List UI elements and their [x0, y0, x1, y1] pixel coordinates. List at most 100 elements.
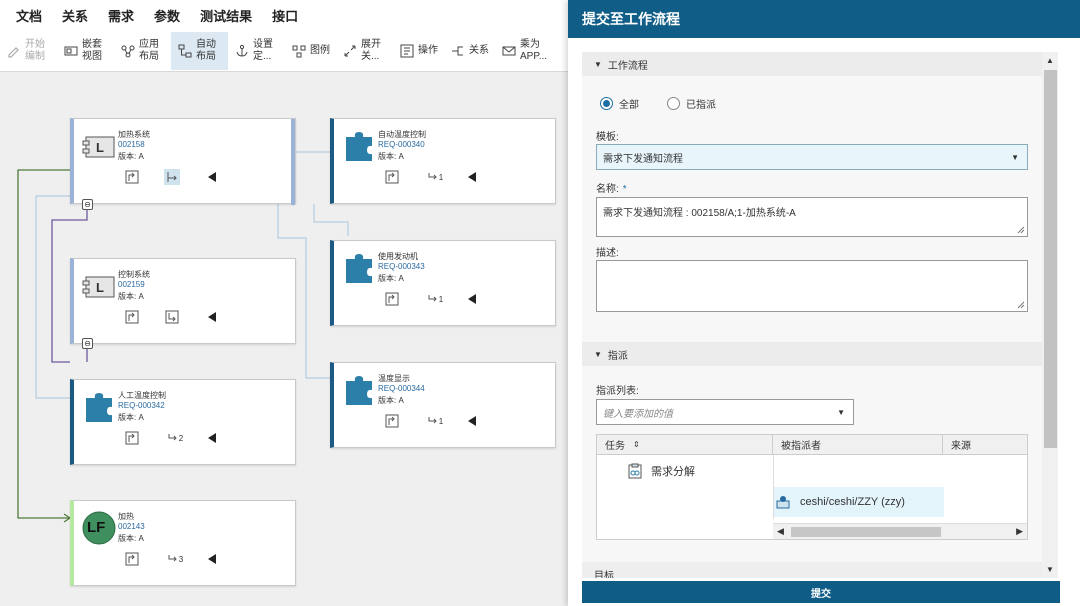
node-auto-temp-control[interactable]: 自动温度控制 REQ-000340 版本: A 1 [330, 118, 556, 204]
collapse-left-icon[interactable] [204, 551, 220, 567]
trace-down-icon[interactable] [164, 309, 180, 325]
collapse-left-icon[interactable] [464, 413, 480, 429]
trace-down-count[interactable]: 1 [424, 291, 446, 307]
template-value: 需求下发通知流程 [603, 153, 683, 165]
send-app-button[interactable]: 乘为 APP... [495, 32, 552, 70]
menu-test-results[interactable]: 测试结果 [200, 6, 252, 25]
node-manual-temp-control[interactable]: 人工温度控制 REQ-000342 版本: A 2 [70, 379, 296, 465]
assignee-cell[interactable]: ceshi/ceshi/ZZY (zzy) [774, 487, 944, 517]
trace-up-icon[interactable] [124, 430, 140, 446]
scroll-left-icon[interactable]: ◀ [777, 526, 784, 537]
node-control-system[interactable]: L 控制系统 002159 版本: A [70, 258, 296, 344]
trace-down-count[interactable]: 1 [424, 169, 446, 185]
toolbar: 开始 编制 嵌套 视图 应用 布局 自动 布局 设置 定... 图例 展开 关... 操作 … [0, 30, 568, 72]
node-id-link[interactable]: 002158 [118, 140, 145, 149]
node-temp-display[interactable]: 温度显示 REQ-000344 版本: A 1 [330, 362, 556, 448]
relation-icon [450, 43, 466, 59]
menu-requirements[interactable]: 需求 [108, 6, 134, 25]
section-assign-header[interactable]: ▼ 指派 [582, 342, 1042, 366]
collapse-left-icon[interactable] [464, 169, 480, 185]
layout-icon [120, 43, 136, 59]
template-select[interactable]: 需求下发通知流程 ▼ [596, 144, 1028, 170]
node-title: 加热系统 [118, 130, 150, 139]
col-task-label: 任务 [605, 441, 625, 452]
scroll-up-icon[interactable]: ▲ [1046, 56, 1054, 65]
scroll-down-icon[interactable]: ▼ [1046, 565, 1054, 574]
assignee-input[interactable]: 键入要添加的值 ▼ [596, 399, 854, 425]
trace-down-icon[interactable] [164, 169, 180, 185]
col-source-header[interactable]: 来源 [943, 435, 1027, 454]
embed-view-button[interactable]: 嵌套 视图 [57, 32, 114, 70]
collapse-toggle-icon[interactable]: ⊖ [82, 338, 93, 349]
scroll-thumb[interactable] [791, 527, 941, 537]
start-edit-button[interactable]: 开始 编制 [0, 32, 57, 70]
section-target-header[interactable]: 目标 [582, 562, 1042, 578]
menu-relations[interactable]: 关系 [62, 6, 88, 25]
menu-documents[interactable]: 文档 [16, 6, 42, 25]
trace-up-icon[interactable] [124, 551, 140, 567]
diagram-canvas[interactable]: L 加热系统 002158 版本: A ⊖ L 控制系统 002159 版本: … [0, 72, 568, 606]
collapse-left-icon[interactable] [204, 169, 220, 185]
required-asterisk: * [622, 184, 627, 195]
trace-up-icon[interactable] [384, 413, 400, 429]
assignee-placeholder: 键入要添加的值 [603, 408, 673, 420]
menu-parameters[interactable]: 参数 [154, 6, 180, 25]
operations-label: 操作 [418, 44, 438, 56]
apply-layout-button[interactable]: 应用 布局 [114, 32, 171, 70]
trace-up-icon[interactable] [124, 169, 140, 185]
settings-button[interactable]: 设置 定... [228, 32, 285, 70]
node-id-link[interactable]: 002143 [118, 522, 145, 531]
col-assignee-header[interactable]: 被指派者 [773, 435, 943, 454]
legend-button[interactable]: 图例 [285, 32, 336, 70]
trace-up-icon[interactable] [384, 291, 400, 307]
menu-interfaces[interactable]: 接口 [272, 6, 298, 25]
lf-badge-icon: LF [82, 511, 116, 545]
collapse-left-icon[interactable] [464, 291, 480, 307]
description-field[interactable] [596, 260, 1028, 312]
collapse-left-icon[interactable] [204, 309, 220, 325]
name-label-wrap: 名称: * [596, 180, 627, 195]
workflow-filter-radios: 全部 已指派 [600, 96, 744, 111]
node-actions: 1 [384, 169, 504, 185]
trace-down-count[interactable]: 3 [164, 551, 186, 567]
name-field[interactable]: 需求下发通知流程 : 002158/A;1-加热系统-A [596, 197, 1028, 237]
node-id-link[interactable]: REQ-000340 [378, 140, 425, 149]
node-actions: 1 [384, 413, 504, 429]
trace-down-count[interactable]: 2 [164, 430, 186, 446]
auto-layout-button[interactable]: 自动 布局 [171, 31, 228, 70]
node-use-engine[interactable]: 使用发动机 REQ-000343 版本: A 1 [330, 240, 556, 326]
trace-count: 1 [438, 416, 444, 426]
table-horizontal-scrollbar[interactable]: ◀ ▶ [773, 523, 1027, 539]
col-task-header[interactable]: 任务 ⇕ [597, 435, 773, 454]
radio-all[interactable]: 全部 [600, 96, 639, 111]
table-header: 任务 ⇕ 被指派者 来源 [597, 435, 1027, 455]
requirement-puzzle-icon [342, 373, 376, 407]
node-id-link[interactable]: 002159 [118, 280, 145, 289]
submit-workflow-panel: 提交至工作流程 ▼ 工作流程 全部 已指派 模板: 需求下发通知流程 ▼ 名称:… [568, 0, 1080, 606]
node-id-link[interactable]: REQ-000342 [118, 401, 165, 410]
resize-grip-icon[interactable] [1017, 301, 1025, 309]
node-id-link[interactable]: REQ-000343 [378, 262, 425, 271]
panel-vertical-scrollbar[interactable]: ▲ ▼ [1042, 52, 1058, 578]
collapse-left-icon[interactable] [204, 430, 220, 446]
expand-relations-button[interactable]: 展开 关... [336, 32, 393, 70]
send-app-label-2: APP... [520, 50, 548, 62]
submit-button[interactable]: 提交 [582, 581, 1060, 603]
resize-grip-icon[interactable] [1017, 226, 1025, 234]
section-workflow-header[interactable]: ▼ 工作流程 [582, 52, 1042, 76]
scroll-thumb[interactable] [1044, 70, 1057, 448]
start-edit-label-1: 开始 [25, 38, 45, 50]
table-row[interactable]: 需求分解 [627, 463, 695, 479]
trace-up-icon[interactable] [384, 169, 400, 185]
operations-button[interactable]: 操作 [393, 32, 444, 70]
node-heating[interactable]: LF 加热 002143 版本: A 3 [70, 500, 296, 586]
scroll-right-icon[interactable]: ▶ [1016, 526, 1023, 537]
relations-button[interactable]: 关系 [444, 32, 495, 70]
trace-down-count[interactable]: 1 [424, 413, 446, 429]
node-id-link[interactable]: REQ-000344 [378, 384, 425, 393]
collapse-toggle-icon[interactable]: ⊖ [82, 199, 93, 210]
trace-up-icon[interactable] [124, 309, 140, 325]
radio-dot [667, 97, 680, 110]
radio-assigned[interactable]: 已指派 [667, 96, 716, 111]
node-heating-system[interactable]: L 加热系统 002158 版本: A [70, 118, 296, 205]
